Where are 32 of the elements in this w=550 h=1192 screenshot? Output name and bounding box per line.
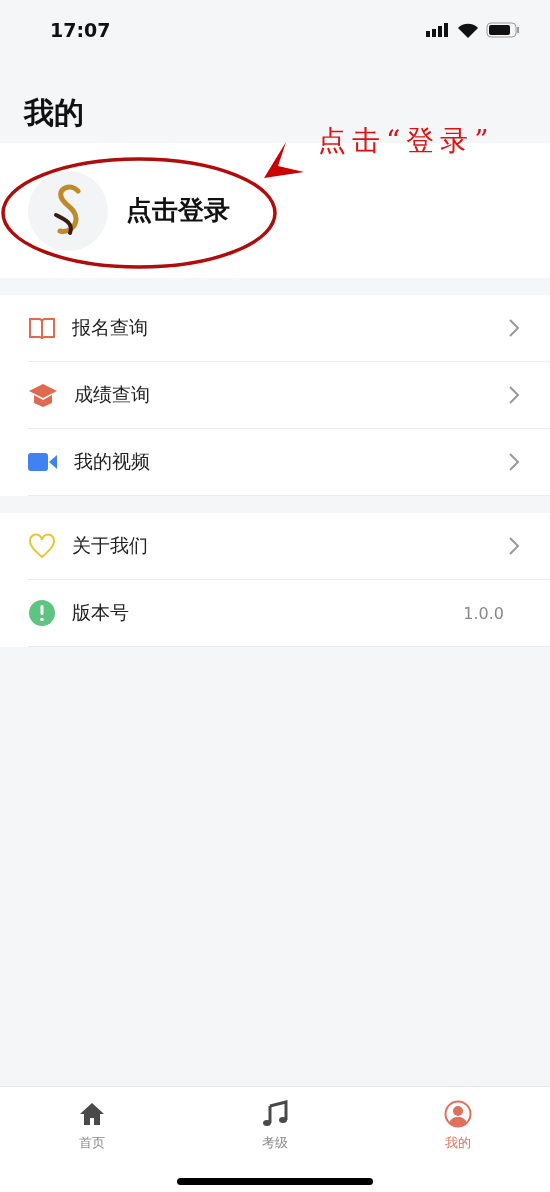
exclamation-icon (28, 599, 56, 627)
page-title: 我的 (24, 94, 84, 132)
menu-item[interactable]: 关于我们 (28, 513, 550, 580)
version-number: 1.0.0 (463, 603, 504, 623)
music-note-icon (262, 1100, 288, 1128)
menu-label: 关于我们 (72, 533, 149, 558)
menu-item[interactable]: 我的视频 (28, 429, 550, 496)
battery-icon (486, 22, 520, 38)
menu-label: 版本号 (72, 600, 130, 625)
tab-item[interactable]: 首页 (0, 1087, 184, 1152)
book-icon (28, 316, 56, 340)
logo-avatar[interactable] (28, 170, 108, 251)
menu-label: 我的视频 (74, 449, 151, 474)
graduation-cap-icon (28, 383, 58, 407)
status-time: 17:07 (50, 19, 111, 41)
signal-icon (426, 23, 450, 37)
tab-item[interactable]: 考级 (183, 1087, 367, 1152)
menu-item[interactable]: 成绩查询 (28, 362, 550, 429)
menu-label: 报名查询 (72, 315, 149, 340)
login-link[interactable]: 点击登录 (126, 193, 230, 228)
chevron-right-icon (508, 452, 520, 472)
video-camera-icon (28, 452, 58, 472)
chevron-right-icon (508, 385, 520, 405)
wifi-icon (458, 22, 478, 38)
user-icon (444, 1100, 473, 1128)
chevron-right-icon (508, 536, 520, 556)
chevron-right-icon (508, 318, 520, 338)
menu-item[interactable]: 版本号 1.0.0 (28, 580, 550, 647)
annotation-text: 点击“登录” (318, 123, 495, 159)
heart-icon (28, 533, 56, 559)
menu-label: 成绩查询 (74, 382, 151, 407)
menu-item[interactable]: 报名查询 (28, 295, 550, 362)
